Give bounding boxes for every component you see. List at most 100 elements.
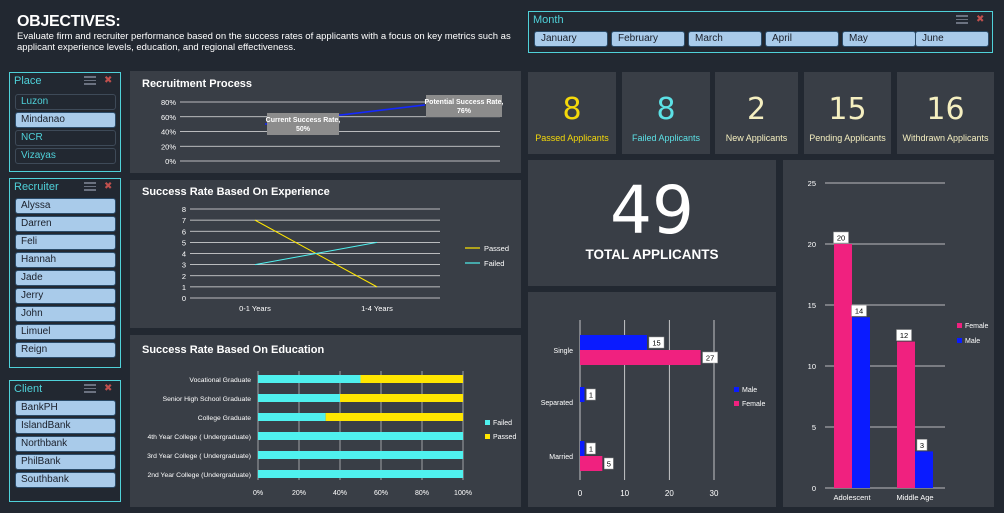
kpi-failed: 8 Failed Applicants [622, 72, 710, 154]
place-item[interactable]: Luzon [15, 94, 116, 110]
client-item[interactable]: BankPH [15, 400, 116, 416]
age-group-chart: 0 5 10 15 20 25 Adolescent 20 14 Middle Age 12 3 Fem… [808, 179, 989, 502]
data-label: 3 [920, 441, 924, 450]
civil-status-chart: 0 10 20 30Single1527Separated1Married15Male… [541, 320, 765, 498]
bar-male [915, 451, 933, 488]
age-group-panel: 0 5 10 15 20 25 Adolescent 20 14 Middle Age 12 3 Fem… [783, 160, 994, 507]
y-tick-label: 3rd Year College ( Undergraduate) [147, 453, 251, 460]
month-item[interactable]: February [611, 31, 685, 47]
recruiter-item[interactable]: Darren [15, 216, 116, 232]
bar-failed [258, 451, 463, 459]
clear-filter-icon[interactable]: ✖ [976, 15, 988, 25]
bar-female [580, 350, 701, 365]
recruiter-item[interactable]: Hannah [15, 252, 116, 268]
legend-label: Female [965, 323, 988, 330]
clear-filter-icon[interactable]: ✖ [104, 76, 116, 86]
multi-select-icon[interactable] [84, 384, 96, 394]
total-applicants-panel: 49 TOTAL APPLICANTS [528, 160, 776, 286]
bar-male [852, 317, 870, 488]
data-label: 15 [652, 339, 660, 348]
place-item[interactable]: Vizayas [15, 148, 116, 164]
slicer-icons: ✖ [84, 384, 116, 394]
recruiter-slicer-label: Recruiter [14, 181, 59, 193]
recruiter-item[interactable]: Reign [15, 342, 116, 358]
y-tick-label: 20 [808, 240, 816, 249]
month-item[interactable]: May [842, 31, 916, 47]
y-tick-label: 3 [182, 261, 186, 270]
y-tick-label: 40% [161, 128, 176, 137]
client-item[interactable]: PhilBank [15, 454, 116, 470]
data-label: Potential Success Rate, [425, 99, 504, 106]
x-tick-label: Middle Age [896, 493, 933, 502]
kpi-new: 2 New Applicants [715, 72, 798, 154]
recruiter-item[interactable]: Jade [15, 270, 116, 286]
x-tick-label: 0 [578, 489, 583, 498]
place-slicer: Place ✖ Luzon Mindanao NCR Vizayas [9, 72, 121, 172]
x-tick-label: 40% [333, 490, 347, 497]
recruitment-process-panel: Recruitment Process 0% 20% 40% 60% 80% Curren… [130, 71, 521, 173]
x-tick-label: 0-1 Years [239, 304, 271, 313]
kpi-label: New Applicants [725, 133, 788, 143]
recruiter-item[interactable]: Alyssa [15, 198, 116, 214]
data-label: Current Success Rate, [266, 117, 341, 124]
place-item[interactable]: NCR [15, 130, 116, 146]
recruiter-item[interactable]: John [15, 306, 116, 322]
x-tick-label: 20 [665, 489, 674, 498]
y-tick-label: College Graduate [198, 415, 251, 422]
y-tick-label: 8 [182, 205, 186, 214]
x-tick-label: 20% [292, 490, 306, 497]
recruiter-slicer: Recruiter ✖ Alyssa Darren Feli Hannah Ja… [9, 178, 121, 368]
legend-label: Male [965, 338, 980, 345]
y-tick-label: 2 [182, 272, 186, 281]
client-item[interactable]: Southbank [15, 472, 116, 488]
legend-label: Passed [484, 244, 509, 253]
bar-failed [258, 432, 463, 440]
client-item[interactable]: Northbank [15, 436, 116, 452]
objectives-title: OBJECTIVES: [17, 13, 121, 30]
recruiter-item[interactable]: Limuel [15, 324, 116, 340]
bar-passed [360, 375, 463, 383]
month-item[interactable]: January [534, 31, 608, 47]
x-tick-label: 100% [454, 490, 472, 497]
place-item[interactable]: Mindanao [15, 112, 116, 128]
y-tick-label: 10 [808, 362, 816, 371]
y-tick-label: 4 [182, 250, 186, 259]
month-slicer-label: Month [533, 14, 564, 26]
clear-filter-icon[interactable]: ✖ [104, 384, 116, 394]
client-item[interactable]: IslandBank [15, 418, 116, 434]
legend-swatch [734, 401, 739, 406]
y-tick-label: 5 [182, 238, 186, 247]
experience-chart: 0 1 2 3 4 5 6 7 8 0-1 Years 1-4 Years Passed Failed [182, 205, 509, 313]
clear-filter-icon[interactable]: ✖ [104, 182, 116, 192]
y-tick-label: Senior High School Graduate [163, 396, 252, 403]
data-label: 1 [589, 445, 593, 454]
kpi-label: Passed Applicants [535, 133, 609, 143]
y-tick-label: Married [549, 454, 573, 461]
data-label: 5 [607, 460, 611, 469]
month-item[interactable]: March [688, 31, 762, 47]
bar-failed [258, 375, 361, 383]
bar-male [580, 441, 585, 456]
recruiter-item[interactable]: Jerry [15, 288, 116, 304]
multi-select-icon[interactable] [84, 182, 96, 192]
y-tick-label: 5 [812, 423, 816, 432]
kpi-value: 16 [926, 92, 965, 127]
month-item[interactable]: June [915, 31, 989, 47]
y-tick-label: Single [554, 348, 574, 355]
bar-female [897, 341, 915, 488]
kpi-value: 15 [828, 92, 867, 127]
recruitment-process-chart: 0% 20% 40% 60% 80% Current Success Rate, 50% Po… [161, 95, 504, 166]
bar-passed [340, 394, 463, 402]
kpi-passed: 8 Passed Applicants [528, 72, 616, 154]
multi-select-icon[interactable] [84, 76, 96, 86]
y-tick-label: 20% [161, 142, 176, 151]
recruiter-item[interactable]: Feli [15, 234, 116, 250]
y-tick-label: 0% [165, 157, 176, 166]
y-tick-label: 80% [161, 98, 176, 107]
x-tick-label: 1-4 Years [361, 304, 393, 313]
month-item[interactable]: April [765, 31, 839, 47]
month-slicer: Month ✖ January February March April May… [528, 11, 993, 53]
multi-select-icon[interactable] [956, 15, 968, 25]
x-tick-label: 80% [415, 490, 429, 497]
data-label: 12 [900, 331, 908, 340]
